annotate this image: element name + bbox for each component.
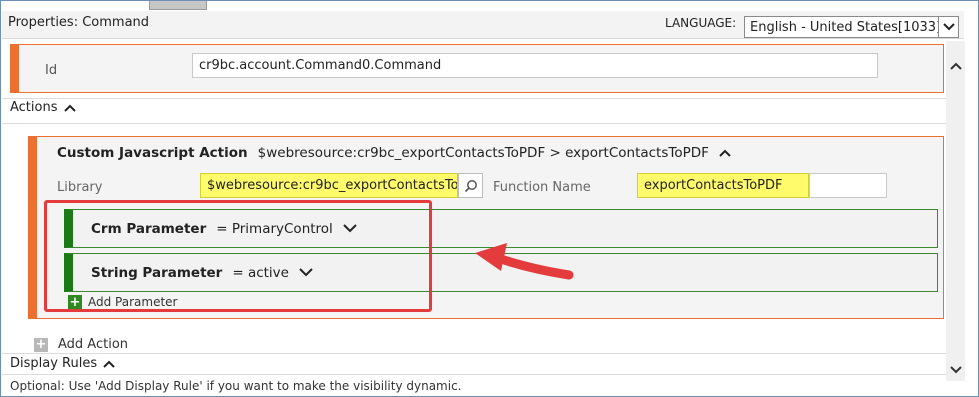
chevron-up-icon[interactable] <box>103 360 115 368</box>
scroll-down-icon[interactable] <box>946 361 965 379</box>
add-action-button[interactable]: + Add Action <box>34 337 128 352</box>
properties-window: Properties: Command LANGUAGE: English - … <box>0 0 979 397</box>
panel-title: Properties: Command <box>8 15 150 30</box>
add-action-label: Add Action <box>58 337 129 352</box>
language-select[interactable]: English - United States[1033] <box>744 16 959 38</box>
display-rules-hint: Optional: Use 'Add Display Rule' if you … <box>10 379 462 393</box>
display-rules-label: Display Rules <box>10 356 98 371</box>
panel-header: Properties: Command LANGUAGE: English - … <box>2 11 964 39</box>
scrollbar[interactable] <box>946 41 965 381</box>
action-title: Custom Javascript Action <box>57 145 248 161</box>
chevron-up-icon[interactable] <box>63 104 76 112</box>
function-name-input-tail[interactable] <box>809 173 887 198</box>
language-value: English - United States[1033] <box>750 19 938 35</box>
library-label: Library <box>57 180 103 195</box>
actions-section-header[interactable]: Actions <box>10 100 76 115</box>
chevron-down-icon[interactable] <box>938 17 958 37</box>
scroll-up-icon[interactable] <box>946 57 965 75</box>
id-input[interactable]: cr9bc.account.Command0.Command <box>192 53 878 78</box>
chevron-up-icon[interactable] <box>719 149 731 157</box>
action-summary: $webresource:cr9bc_exportContactsToPDF >… <box>257 145 709 161</box>
top-tab[interactable] <box>149 1 207 10</box>
search-icon[interactable] <box>458 173 483 198</box>
plus-icon: + <box>34 337 48 352</box>
highlight-callout-box <box>44 200 432 312</box>
action-header[interactable]: Custom Javascript Action $webresource:cr… <box>57 145 731 161</box>
id-label: Id <box>45 63 58 78</box>
divider <box>2 98 946 99</box>
function-name-input[interactable]: exportContactsToPDF <box>637 173 809 198</box>
callout-arrow <box>475 243 574 280</box>
display-rules-header[interactable]: Display Rules <box>10 356 115 371</box>
language-label: LANGUAGE: <box>665 16 737 30</box>
divider <box>2 374 946 375</box>
divider <box>2 353 946 354</box>
id-row: Id cr9bc.account.Command0.Command <box>10 44 944 93</box>
function-name-label: Function Name <box>493 180 591 195</box>
library-input[interactable]: $webresource:cr9bc_exportContactsToPDF <box>200 173 458 198</box>
divider <box>2 123 946 124</box>
actions-header-label: Actions <box>10 100 58 115</box>
